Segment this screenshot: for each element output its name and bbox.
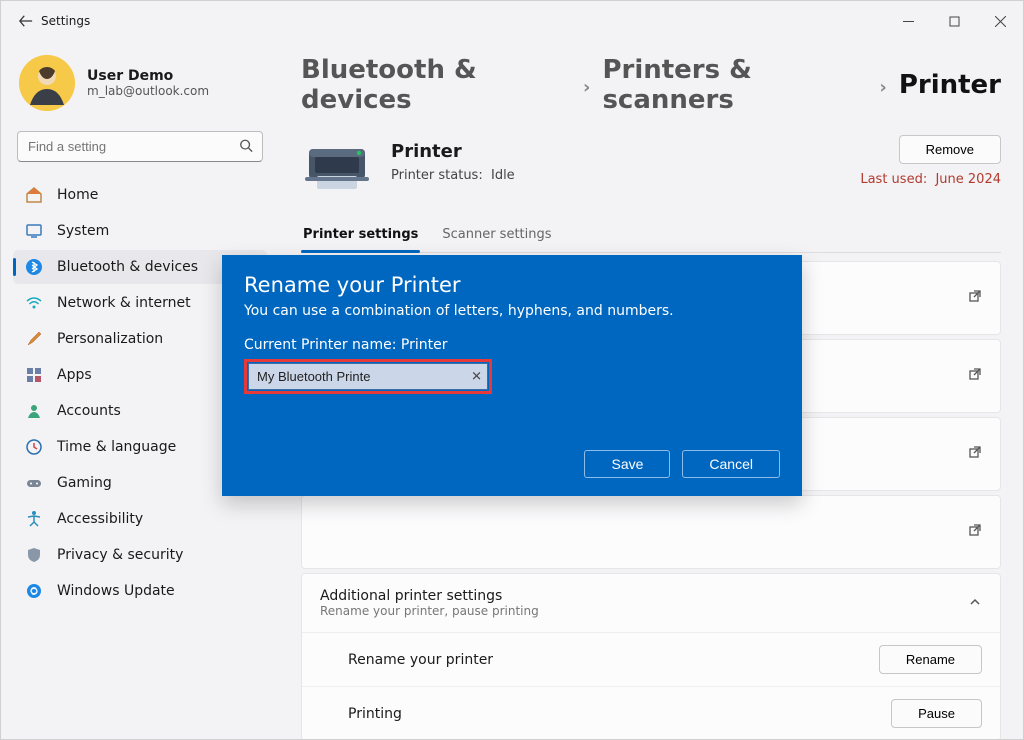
chevron-right-icon: › xyxy=(879,77,886,98)
update-icon xyxy=(25,582,43,600)
tab-scanner-settings[interactable]: Scanner settings xyxy=(440,219,553,252)
printer-header: Printer Printer status: Idle Remove Last… xyxy=(301,135,1001,195)
search-input[interactable] xyxy=(17,131,263,162)
additional-settings-header[interactable]: Additional printer settings Rename your … xyxy=(302,574,1000,632)
additional-settings-group: Additional printer settings Rename your … xyxy=(301,573,1001,739)
window-title: Settings xyxy=(41,14,90,28)
wifi-icon xyxy=(25,294,43,312)
cancel-button[interactable]: Cancel xyxy=(682,450,780,478)
close-button[interactable] xyxy=(977,1,1023,41)
titlebar: Settings xyxy=(1,1,1023,41)
rename-button[interactable]: Rename xyxy=(879,645,982,674)
sidebar-item-label: Network & internet xyxy=(57,295,191,311)
settings-window: Settings User Demo m_lab@outlook.com xyxy=(0,0,1024,740)
dialog-title: Rename your Printer xyxy=(244,273,780,297)
avatar xyxy=(19,55,75,111)
person-icon xyxy=(25,402,43,420)
breadcrumb-current: Printer xyxy=(899,70,1001,100)
sidebar-item-privacy[interactable]: Privacy & security xyxy=(13,538,267,572)
remove-button[interactable]: Remove xyxy=(899,135,1001,164)
profile-name: User Demo xyxy=(87,68,209,84)
pause-button[interactable]: Pause xyxy=(891,699,982,728)
printing-label: Printing xyxy=(348,706,402,722)
sidebar-item-label: Privacy & security xyxy=(57,547,183,563)
input-highlight: ✕ xyxy=(244,359,492,394)
rename-label: Rename your printer xyxy=(348,652,493,668)
sidebar-item-label: Gaming xyxy=(57,475,112,491)
home-icon xyxy=(25,186,43,204)
sidebar-item-home[interactable]: Home xyxy=(13,178,267,212)
clock-icon xyxy=(25,438,43,456)
dialog-current-name: Current Printer name: Printer xyxy=(244,337,780,353)
external-link-icon xyxy=(968,445,982,463)
breadcrumb: Bluetooth & devices › Printers & scanner… xyxy=(301,49,1001,135)
apps-icon xyxy=(25,366,43,384)
external-link-icon xyxy=(968,523,982,541)
printing-row: Printing Pause xyxy=(302,686,1000,739)
paintbrush-icon xyxy=(25,330,43,348)
sidebar-item-label: Home xyxy=(57,187,98,203)
rename-dialog: Rename your Printer You can use a combin… xyxy=(222,255,802,496)
shield-icon xyxy=(25,546,43,564)
profile-email: m_lab@outlook.com xyxy=(87,84,209,98)
tab-printer-settings[interactable]: Printer settings xyxy=(301,219,420,252)
back-button[interactable] xyxy=(19,14,33,28)
minimize-button[interactable] xyxy=(885,1,931,41)
sidebar-item-windows-update[interactable]: Windows Update xyxy=(13,574,267,608)
sidebar-item-label: Bluetooth & devices xyxy=(57,259,198,275)
rename-row: Rename your printer Rename xyxy=(302,632,1000,686)
sidebar-item-label: Time & language xyxy=(57,439,176,455)
search-wrap xyxy=(17,131,263,162)
sidebar-item-system[interactable]: System xyxy=(13,214,267,248)
maximize-button[interactable] xyxy=(931,1,977,41)
profile[interactable]: User Demo m_lab@outlook.com xyxy=(13,51,267,129)
gamepad-icon xyxy=(25,474,43,492)
printer-icon xyxy=(301,135,373,195)
chevron-right-icon: › xyxy=(583,77,590,98)
sidebar-item-label: Apps xyxy=(57,367,92,383)
clear-input-icon[interactable]: ✕ xyxy=(471,369,482,384)
additional-settings-subtitle: Rename your printer, pause printing xyxy=(320,604,539,618)
dialog-description: You can use a combination of letters, hy… xyxy=(244,303,780,319)
printer-status: Printer status: Idle xyxy=(391,168,515,183)
sidebar-item-label: Windows Update xyxy=(57,583,175,599)
sidebar-item-label: Accounts xyxy=(57,403,121,419)
breadcrumb-printers-scanners[interactable]: Printers & scanners xyxy=(602,55,867,115)
breadcrumb-bluetooth-devices[interactable]: Bluetooth & devices xyxy=(301,55,571,115)
printer-name: Printer xyxy=(391,141,515,162)
external-link-icon xyxy=(968,289,982,307)
search-icon xyxy=(239,137,253,156)
sidebar-item-label: Personalization xyxy=(57,331,163,347)
accessibility-icon xyxy=(25,510,43,528)
printer-name-input[interactable] xyxy=(248,363,488,390)
save-button[interactable]: Save xyxy=(584,450,670,478)
bluetooth-icon xyxy=(25,258,43,276)
setting-row[interactable] xyxy=(301,495,1001,569)
additional-settings-title: Additional printer settings xyxy=(320,588,539,604)
tabs: Printer settings Scanner settings xyxy=(301,219,1001,253)
sidebar-item-accessibility[interactable]: Accessibility xyxy=(13,502,267,536)
system-icon xyxy=(25,222,43,240)
sidebar-item-label: System xyxy=(57,223,109,239)
last-used: Last used: June 2024 xyxy=(860,172,1001,187)
chevron-up-icon xyxy=(968,594,982,613)
external-link-icon xyxy=(968,367,982,385)
sidebar-item-label: Accessibility xyxy=(57,511,143,527)
